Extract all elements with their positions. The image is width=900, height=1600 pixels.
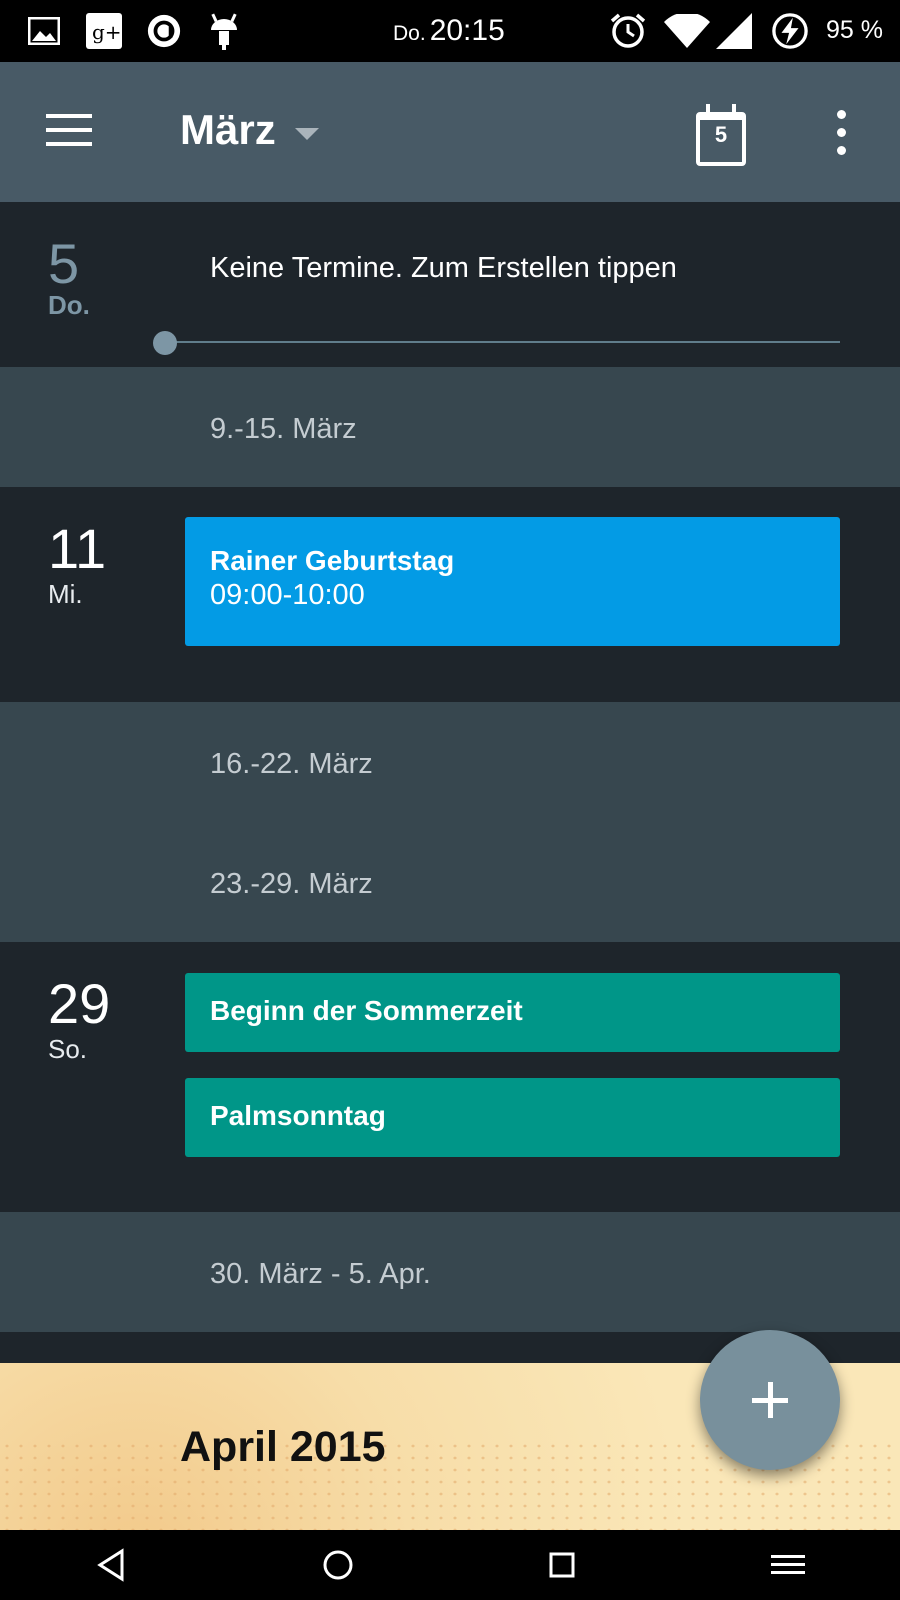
dropdown-caret-icon[interactable] — [295, 128, 319, 140]
day-row: 11 Mi. Rainer Geburtstag 09:00-10:00 — [0, 487, 900, 702]
circle-app-icon — [146, 12, 182, 50]
event-card[interactable]: Rainer Geburtstag 09:00-10:00 — [185, 517, 840, 646]
current-time-line — [165, 341, 840, 343]
today-calendar-icon: 5 — [696, 104, 746, 166]
event-title: Beginn der Sommerzeit — [210, 995, 523, 1026]
day-number: 29 — [48, 972, 111, 1035]
wifi-icon — [664, 12, 710, 50]
status-bar: g+ Do. 20:15 95 % — [0, 0, 900, 62]
overflow-menu-icon[interactable] — [830, 110, 852, 156]
week-label: 9.-15. März — [210, 413, 357, 445]
android-icon — [206, 12, 242, 50]
no-events-text[interactable]: Keine Termine. Zum Erstellen tippen — [210, 252, 677, 285]
event-card[interactable]: Palmsonntag — [185, 1078, 840, 1157]
day-name: So. — [48, 1034, 88, 1064]
menu-icon[interactable] — [46, 114, 94, 150]
status-time: 20:15 — [429, 14, 505, 47]
image-icon — [26, 12, 62, 50]
month-title[interactable]: März — [180, 106, 276, 154]
day-name: Mi. — [48, 579, 83, 609]
event-card[interactable]: Beginn der Sommerzeit — [185, 973, 840, 1052]
week-label: 16.-22. März — [210, 748, 373, 780]
menu-lines-icon[interactable] — [768, 1545, 808, 1585]
day-name-today: Do. — [48, 290, 90, 320]
current-time-dot — [153, 331, 177, 355]
google-plus-icon: g+ — [86, 12, 122, 50]
week-header: 16.-22. März 23.-29. März — [0, 702, 900, 942]
week-label: 23.-29. März — [210, 868, 373, 900]
week-header: 9.-15. März — [0, 367, 900, 487]
day-row: 29 So. Beginn der Sommerzeit Palmsonntag — [0, 942, 900, 1212]
alarm-icon — [610, 12, 646, 50]
back-icon[interactable] — [92, 1545, 132, 1585]
today-number: 5 — [714, 122, 728, 147]
status-day: Do. — [393, 22, 426, 45]
svg-text:g+: g+ — [92, 20, 122, 44]
status-clock: Do. 20:15 — [393, 14, 505, 48]
signal-icon — [716, 12, 752, 50]
day-number-today: 5 — [48, 232, 80, 295]
week-label: 30. März - 5. Apr. — [210, 1258, 431, 1290]
week-header: 30. März - 5. Apr. — [0, 1212, 900, 1332]
event-title: Palmsonntag — [210, 1100, 386, 1131]
navigation-bar — [0, 1530, 900, 1600]
battery-percent: 95 % — [826, 16, 883, 44]
event-time: 09:00-10:00 — [210, 579, 365, 611]
today-row[interactable]: 5 Do. Keine Termine. Zum Erstellen tippe… — [0, 202, 900, 367]
event-title: Rainer Geburtstag — [210, 545, 455, 576]
app-bar: März 5 — [0, 62, 900, 202]
home-icon[interactable] — [318, 1545, 358, 1585]
today-button[interactable]: 5 — [690, 102, 750, 166]
month-banner-title: April 2015 — [180, 1423, 386, 1471]
day-number: 11 — [48, 517, 107, 580]
recents-icon[interactable] — [542, 1545, 582, 1585]
add-event-button[interactable] — [700, 1330, 840, 1470]
battery-charging-icon — [772, 12, 808, 50]
